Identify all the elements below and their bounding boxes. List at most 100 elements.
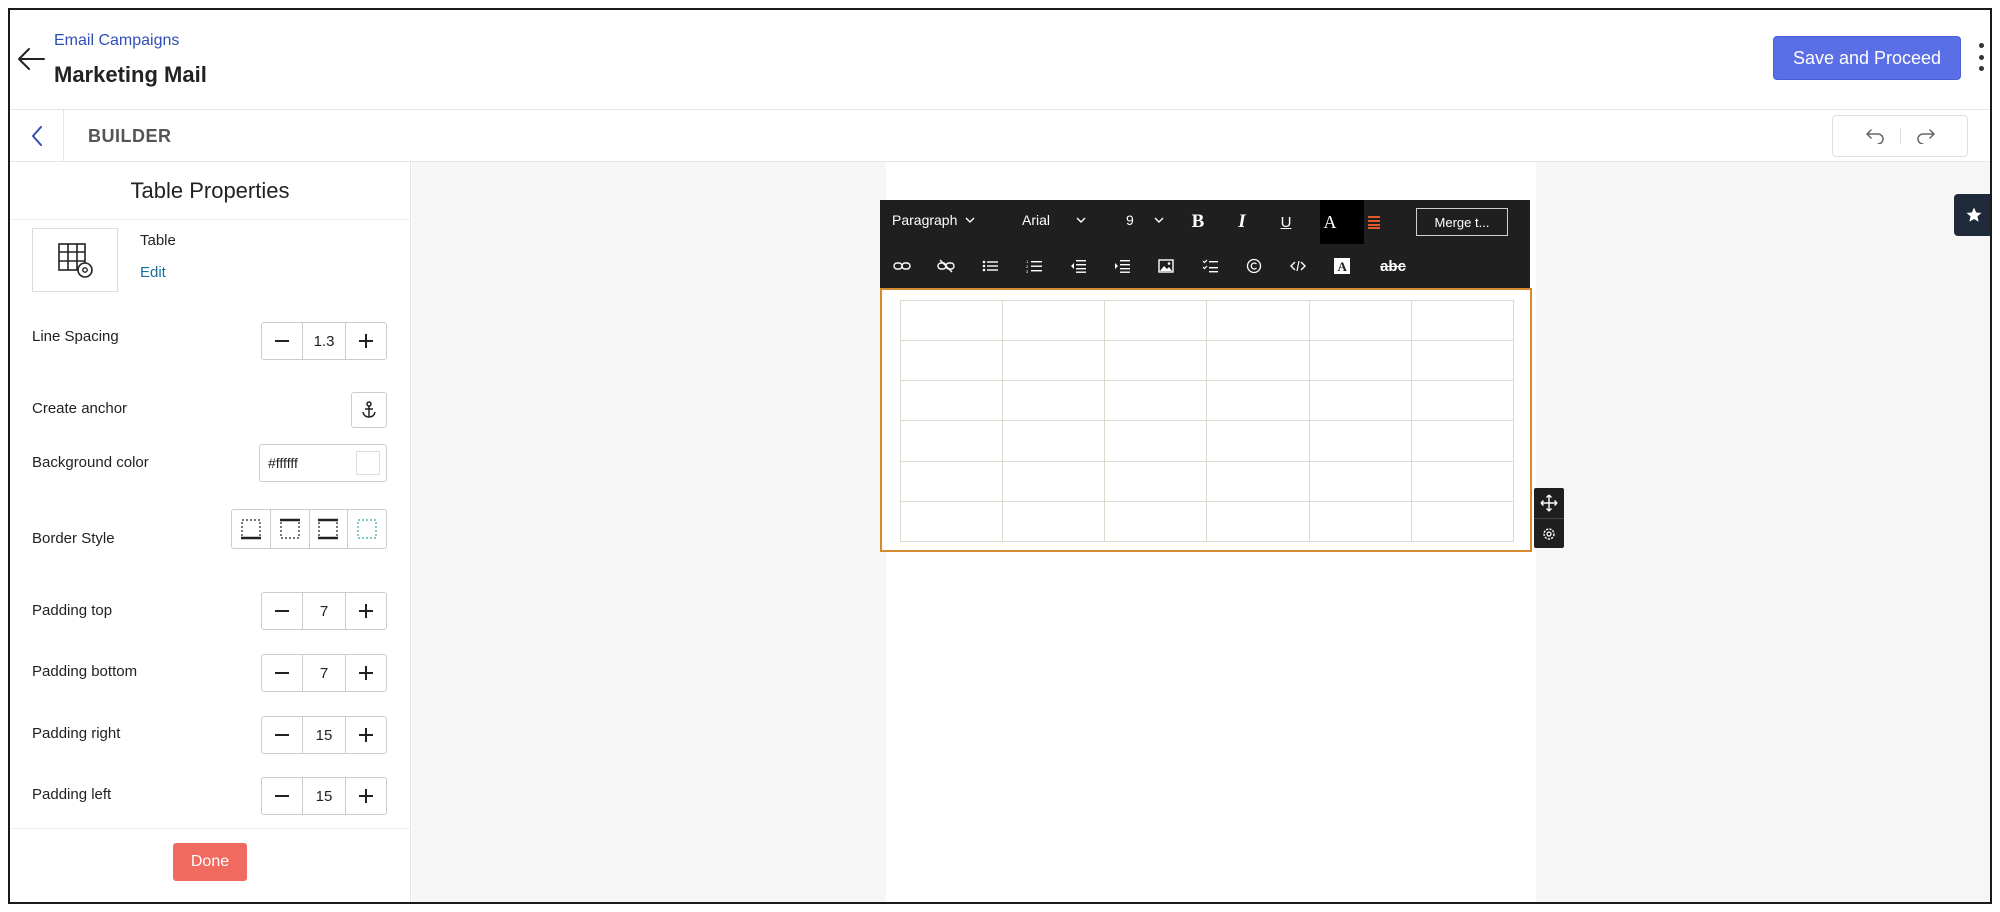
border-bottom-option-icon[interactable] (232, 510, 271, 548)
padding-top-value[interactable]: 7 (302, 593, 346, 629)
numbered-list-icon[interactable]: 123 (1022, 254, 1046, 278)
decrement-button[interactable] (262, 323, 302, 359)
settings-gear-icon[interactable] (1534, 518, 1564, 548)
highlight-color-icon[interactable] (1362, 210, 1386, 234)
link-icon[interactable] (890, 254, 914, 278)
bold-icon[interactable]: B (1186, 210, 1210, 234)
table-cell[interactable] (1104, 380, 1208, 422)
line-spacing-value[interactable]: 1.3 (302, 323, 346, 359)
table-cell[interactable] (1206, 299, 1310, 342)
table-cell[interactable] (1206, 380, 1310, 422)
table-cell[interactable] (1308, 420, 1412, 462)
increment-button[interactable] (346, 778, 386, 814)
table-cell[interactable] (1002, 420, 1106, 462)
table-cell[interactable] (1410, 299, 1515, 342)
padding-bottom-label: Padding bottom (32, 663, 138, 680)
table-grid (899, 299, 1515, 543)
table-cell[interactable] (899, 420, 1004, 462)
text-background-icon[interactable]: A (1330, 254, 1354, 278)
merge-tags-button[interactable]: Merge t... (1416, 208, 1508, 236)
table-cell[interactable] (1104, 340, 1208, 382)
padding-left-value[interactable]: 15 (302, 778, 346, 814)
table-cell[interactable] (899, 460, 1004, 502)
background-color-value: #ffffff (268, 455, 298, 471)
edit-link[interactable]: Edit (140, 264, 166, 281)
table-block[interactable] (880, 288, 1532, 552)
increment-button[interactable] (346, 593, 386, 629)
anchor-icon[interactable] (351, 392, 387, 428)
table-cell[interactable] (1002, 299, 1106, 342)
save-and-proceed-button[interactable]: Save and Proceed (1773, 36, 1961, 80)
table-cell[interactable] (1410, 380, 1515, 422)
increase-indent-icon[interactable] (1110, 254, 1134, 278)
table-cell[interactable] (1308, 299, 1412, 342)
decrement-button[interactable] (262, 655, 302, 691)
decrement-button[interactable] (262, 778, 302, 814)
table-row (899, 380, 1515, 422)
decrement-button[interactable] (262, 593, 302, 629)
padding-right-value[interactable]: 15 (302, 717, 346, 753)
table-cell[interactable] (1206, 460, 1310, 502)
table-cell[interactable] (1104, 460, 1208, 502)
unlink-icon[interactable] (934, 254, 958, 278)
text-color-icon[interactable]: A (1318, 210, 1342, 234)
table-cell[interactable] (1308, 500, 1412, 543)
bulleted-list-icon[interactable] (978, 254, 1002, 278)
decrement-button[interactable] (262, 717, 302, 753)
color-swatch[interactable] (356, 451, 380, 475)
table-cell[interactable] (899, 340, 1004, 382)
table-cell[interactable] (1308, 380, 1412, 422)
padding-bottom-value[interactable]: 7 (302, 655, 346, 691)
special-character-icon[interactable] (1242, 254, 1266, 278)
underline-icon[interactable]: U (1274, 210, 1298, 234)
table-cell[interactable] (1410, 340, 1515, 382)
increment-button[interactable] (346, 323, 386, 359)
table-cell[interactable] (1206, 340, 1310, 382)
builder-back-button[interactable] (10, 110, 64, 162)
more-options-icon[interactable] (1976, 43, 1986, 71)
source-code-icon[interactable] (1286, 254, 1310, 278)
table-cell[interactable] (1002, 460, 1106, 502)
padding-left-label: Padding left (32, 786, 112, 803)
table-cell[interactable] (1002, 340, 1106, 382)
redo-icon[interactable] (1915, 125, 1937, 147)
table-cell[interactable] (1410, 420, 1515, 462)
table-cell[interactable] (1308, 460, 1412, 502)
move-icon[interactable] (1534, 488, 1564, 518)
border-top-bottom-option-icon[interactable] (310, 510, 349, 548)
table-cell[interactable] (1410, 460, 1515, 502)
table-row (899, 299, 1515, 342)
table-cell[interactable] (1410, 500, 1515, 543)
table-cell[interactable] (1104, 299, 1208, 342)
border-none-option-icon[interactable] (348, 510, 386, 548)
table-cell[interactable] (899, 299, 1004, 342)
breadcrumb[interactable]: Email Campaigns (54, 32, 179, 50)
line-spacing-label: Line Spacing (32, 328, 119, 345)
table-cell[interactable] (1104, 500, 1208, 543)
back-arrow-icon[interactable] (16, 46, 46, 72)
background-color-field[interactable]: #ffffff (259, 444, 387, 482)
table-cell[interactable] (899, 500, 1004, 543)
background-color-label: Background color (32, 454, 149, 471)
table-cell[interactable] (1002, 380, 1106, 422)
font-dropdown[interactable]: Arial (1022, 212, 1086, 228)
format-dropdown[interactable]: Paragraph (892, 212, 975, 228)
decrease-indent-icon[interactable] (1066, 254, 1090, 278)
table-cell[interactable] (899, 380, 1004, 422)
table-cell[interactable] (1206, 420, 1310, 462)
increment-button[interactable] (346, 717, 386, 753)
undo-icon[interactable] (1864, 125, 1886, 147)
table-cell[interactable] (1104, 420, 1208, 462)
image-icon[interactable] (1154, 254, 1178, 278)
font-size-dropdown[interactable]: 9 (1126, 212, 1164, 228)
table-cell[interactable] (1002, 500, 1106, 543)
table-cell[interactable] (1206, 500, 1310, 543)
done-button[interactable]: Done (173, 843, 247, 881)
star-icon[interactable] (1954, 194, 1990, 236)
table-cell[interactable] (1308, 340, 1412, 382)
border-top-option-icon[interactable] (271, 510, 310, 548)
checklist-icon[interactable] (1198, 254, 1222, 278)
spellcheck-icon[interactable]: abc (1374, 254, 1412, 278)
italic-icon[interactable]: I (1230, 210, 1254, 234)
increment-button[interactable] (346, 655, 386, 691)
